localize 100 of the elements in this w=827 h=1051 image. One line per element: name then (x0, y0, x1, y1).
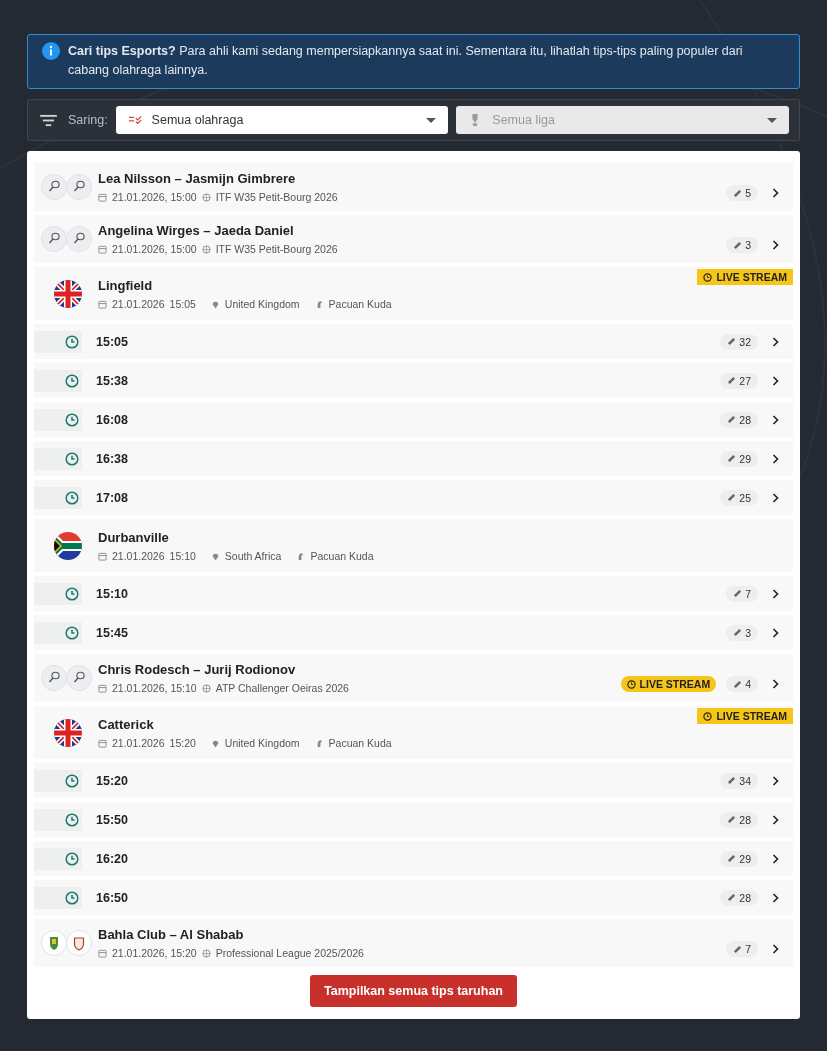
south-africa-flag-icon (53, 532, 82, 560)
race-time: 16:38 (96, 451, 129, 466)
clock-icon (65, 451, 79, 466)
tennis-racket-icon (41, 665, 67, 691)
globe-icon (201, 683, 211, 693)
horse-icon (296, 551, 306, 561)
clock-icon (65, 373, 79, 388)
sport-name: Pacuan Kuda (328, 737, 392, 749)
tips-count-badge: 4 (726, 676, 758, 692)
tips-count-badge: 29 (720, 850, 758, 867)
clock-icon (65, 773, 79, 788)
clock-icon (65, 625, 79, 640)
race-row[interactable]: 17:08 25 (34, 480, 793, 515)
filter-label: Saring: (68, 113, 108, 127)
match-row[interactable]: Bahla Club – Al Shabab 21.01.2026, 15:20 Professional League 2025/2026 7 (34, 919, 793, 967)
race-row[interactable]: 16:08 28 (34, 402, 793, 437)
chevron-right-icon[interactable] (772, 240, 779, 250)
race-row[interactable]: 15:38 27 (34, 363, 793, 398)
match-date: 21.01.2026, 15:00 (112, 191, 197, 203)
meeting-date: 21.01.2026 (112, 298, 165, 310)
chevron-right-icon[interactable] (772, 336, 779, 347)
tips-count-badge: 3 (726, 237, 758, 253)
tips-count-badge: 5 (726, 185, 758, 201)
race-time: 15:50 (96, 812, 129, 827)
match-row[interactable]: Angelina Wirges – Jaeda Daniel 21.01.2026, 15:00 ITF W35 Petit-Bourg 2026 3 (34, 215, 793, 263)
sports-icon (127, 114, 142, 126)
race-time: 15:38 (96, 373, 129, 388)
chevron-right-icon[interactable] (772, 853, 779, 864)
race-row[interactable]: 15:20 34 (34, 763, 793, 798)
race-row[interactable]: 16:50 28 (34, 880, 793, 915)
chevron-right-icon[interactable] (772, 944, 779, 954)
chevron-right-icon[interactable] (772, 814, 779, 825)
meeting-time: 15:20 (169, 737, 196, 749)
show-all-tips-button[interactable]: Tampilkan semua tips taruhan (310, 975, 517, 1007)
match-date: 21.01.2026, 15:10 (112, 682, 197, 694)
uk-flag-icon (53, 719, 82, 747)
team-shield-icon (41, 930, 67, 956)
race-time: 16:08 (96, 412, 129, 427)
sport-name: Pacuan Kuda (328, 298, 392, 310)
meeting-time: 15:10 (169, 550, 196, 562)
chevron-right-icon[interactable] (772, 375, 779, 386)
chevron-right-icon[interactable] (772, 627, 779, 638)
country-name: United Kingdom (224, 298, 300, 310)
clock-icon (65, 851, 79, 866)
tennis-racket-icon (66, 665, 92, 691)
chevron-right-icon[interactable] (772, 414, 779, 425)
league-name: ITF W35 Petit-Bourg 2026 (215, 191, 338, 203)
chevron-right-icon[interactable] (772, 892, 779, 903)
race-row[interactable]: 16:20 29 (34, 841, 793, 876)
tips-count-badge: 28 (720, 411, 758, 428)
meeting-date: 21.01.2026 (112, 737, 165, 749)
venue-name: Durbanville (98, 530, 170, 545)
venue-name: Catterick (98, 717, 155, 732)
clock-icon (65, 812, 79, 827)
race-time: 15:05 (96, 334, 129, 349)
tennis-racket-icon (66, 226, 92, 252)
filter-icon (40, 113, 57, 127)
chevron-right-icon[interactable] (772, 588, 779, 599)
race-time: 17:08 (96, 490, 129, 505)
sport-select-value: Semua olahraga (151, 113, 245, 127)
league-name: ITF W35 Petit-Bourg 2026 (215, 243, 338, 255)
globe-icon (201, 192, 211, 202)
match-row[interactable]: Chris Rodesch – Jurij Rodionov 21.01.2026, 15:10 ATP Challenger Oeiras 2026 LIVE STREAM 4 (34, 654, 793, 702)
clock-icon (65, 890, 79, 905)
league-name: Professional League 2025/2026 (215, 947, 364, 959)
clock-icon (65, 334, 79, 349)
race-row[interactable]: 15:50 28 (34, 802, 793, 837)
race-time: 15:45 (96, 625, 129, 640)
match-title: Chris Rodesch – Jurij Rodionov (98, 662, 297, 677)
meeting-time: 15:05 (169, 298, 196, 310)
calendar-icon (98, 299, 107, 309)
match-title: Lea Nilsson – Jasmijn Gimbrere (98, 171, 297, 186)
match-row[interactable]: Lea Nilsson – Jasmijn Gimbrere 21.01.2026, 15:00 ITF W35 Petit-Bourg 2026 5 (34, 163, 793, 211)
chevron-right-icon[interactable] (772, 188, 779, 198)
tennis-racket-icon (66, 174, 92, 200)
tips-count-badge: 25 (720, 489, 758, 506)
tips-count-badge: 7 (726, 585, 758, 602)
chevron-right-icon[interactable] (772, 492, 779, 503)
race-time: 15:10 (96, 586, 129, 601)
match-title: Angelina Wirges – Jaeda Daniel (98, 223, 295, 238)
race-time: 16:50 (96, 890, 129, 905)
chevron-right-icon[interactable] (772, 679, 779, 689)
tips-count-badge: 34 (720, 772, 758, 789)
race-row[interactable]: 15:10 7 (34, 576, 793, 611)
league-name: ATP Challenger Oeiras 2026 (215, 682, 349, 694)
calendar-icon (98, 244, 107, 254)
meeting-date: 21.01.2026 (112, 550, 165, 562)
race-row[interactable]: 15:05 32 (34, 324, 793, 359)
tips-count-badge: 3 (726, 624, 758, 641)
race-time: 16:20 (96, 851, 129, 866)
race-row[interactable]: 15:45 3 (34, 615, 793, 650)
race-row[interactable]: 16:38 29 (34, 441, 793, 476)
calendar-icon (98, 192, 107, 202)
tips-count-badge: 28 (720, 811, 758, 828)
clock-icon (65, 412, 79, 427)
chevron-right-icon[interactable] (772, 775, 779, 786)
clock-icon (65, 490, 79, 505)
info-message: Cari tips Esports? Para ahli kami sedang mempersiapkannya saat ini. Sementara itu, lihatlah tips-tips paling populer dari cabang olahraga lainnya. (68, 43, 744, 79)
chevron-right-icon[interactable] (772, 453, 779, 464)
sport-select[interactable]: Semua olahraga (115, 106, 449, 134)
